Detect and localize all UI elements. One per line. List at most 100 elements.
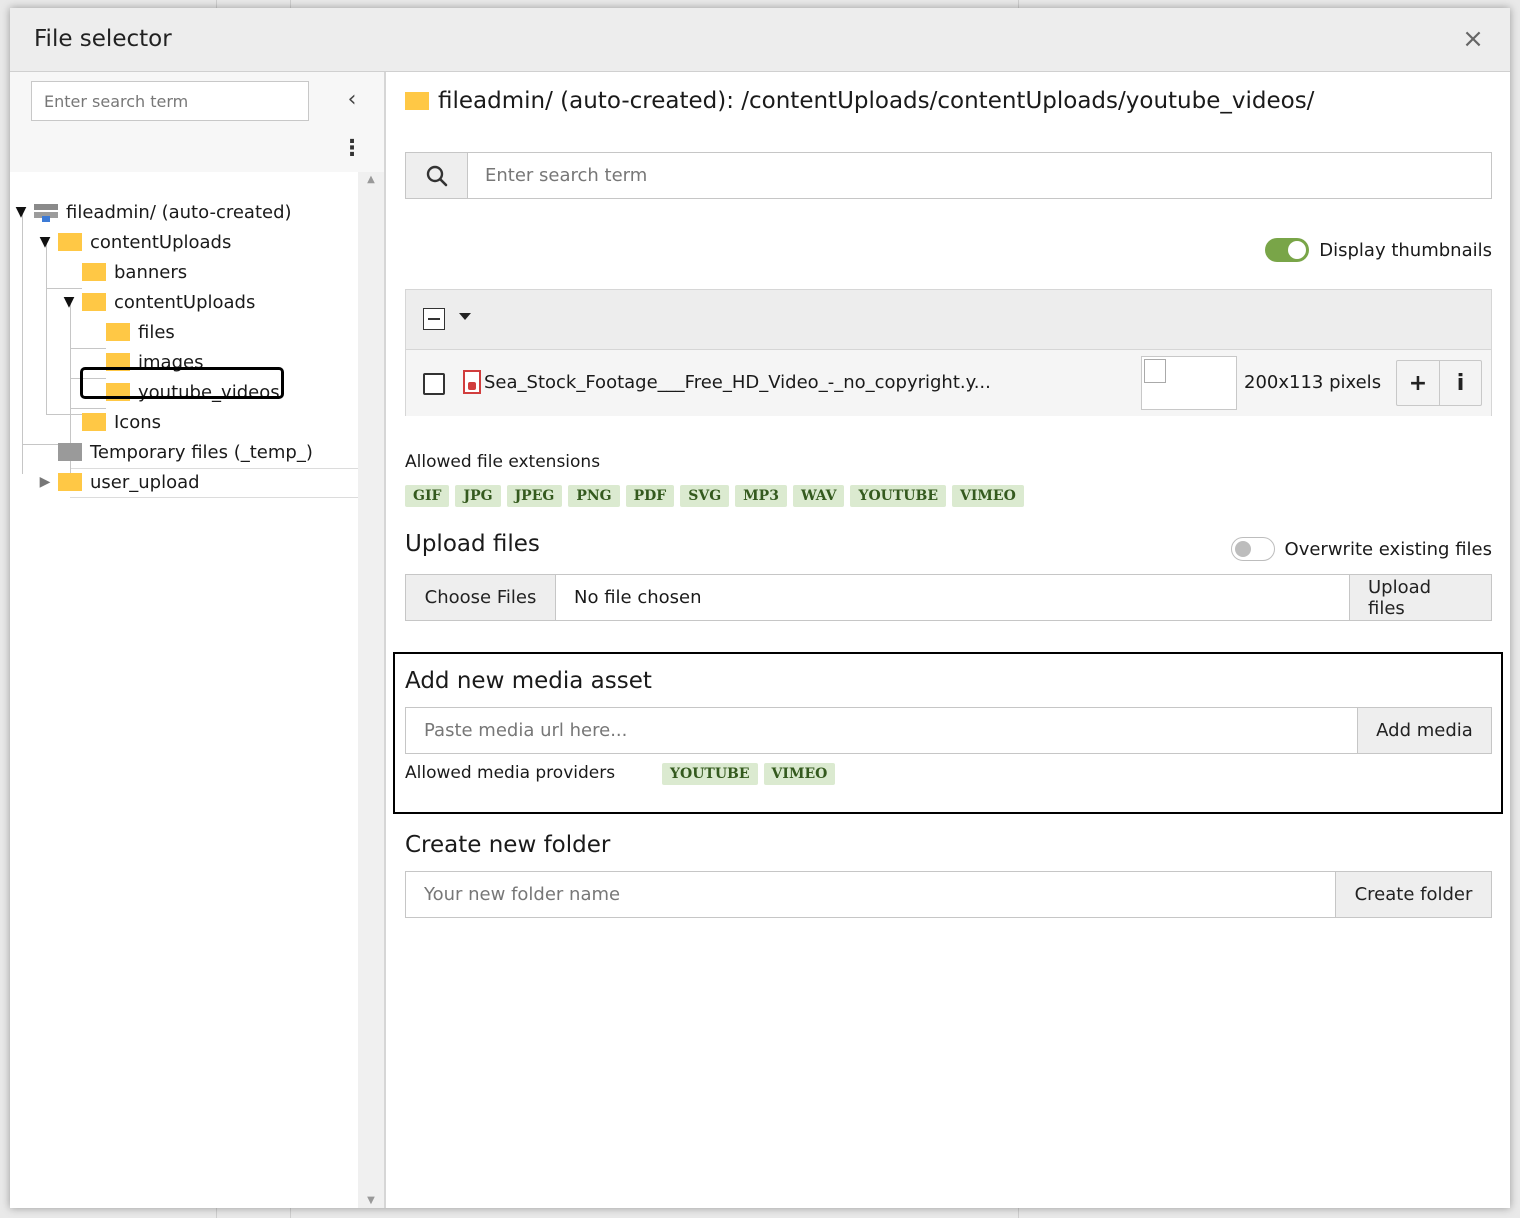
tree-node-label: Temporary files (_temp_) [90,441,313,463]
row-actions: + i [1396,360,1482,406]
extension-badges: GIF JPG JPEG PNG PDF SVG MP3 WAV YOUTUBE… [405,485,1024,507]
scroll-up-icon[interactable]: ▲ [358,174,384,185]
dialog-title: File selector [34,26,172,52]
folder-icon [82,263,106,281]
upload-files-button[interactable]: Upload files [1349,575,1491,620]
tree-guide [22,214,23,474]
extension-badge: PNG [568,485,620,507]
select-all-checkbox[interactable] [423,308,445,330]
file-browser-pane: fileadmin/ (auto-created): /contentUploa… [388,72,1510,1208]
folder-icon [82,293,106,311]
tree-menu-icon[interactable]: ⋮ [340,134,364,164]
display-thumbnails-toggle[interactable] [1265,238,1310,262]
extension-badge: YOUTUBE [850,485,947,507]
tree-node-user-upload[interactable]: ▶ user_upload [36,467,200,497]
extension-badge: MP3 [735,485,787,507]
current-path-label: fileadmin/ (auto-created): /contentUploa… [438,88,1315,114]
tree-scrollbar[interactable]: ▲ ▼ [358,172,384,1208]
file-search-input[interactable] [468,153,1491,198]
extension-badge: VIMEO [952,485,1024,507]
tree-node-contentuploads[interactable]: ▼ contentUploads [36,227,232,257]
add-media-title: Add new media asset [405,668,652,694]
extension-badge: JPG [455,485,501,507]
file-info-button[interactable]: i [1439,361,1481,405]
file-dimensions: 200x113 pixels [1244,372,1382,393]
tree-node-label: contentUploads [114,291,256,313]
tree-guide [22,444,58,445]
focus-ring [80,367,284,399]
tree-node-label: Icons [114,411,162,433]
tree-node-temp[interactable]: Temporary files (_temp_) [58,437,313,467]
table-row: Sea_Stock_Footage___Free_HD_Video_-_no_c… [406,350,1491,416]
tree-node-label: files [138,321,175,343]
media-provider-badges: YOUTUBE VIMEO [662,763,836,785]
extension-badge: WAV [792,485,845,507]
collapsed-caret-icon[interactable]: ▶ [36,474,54,490]
tree-node-root[interactable]: ▼ fileadmin/ (auto-created) [12,197,292,227]
extension-badge: SVG [680,485,730,507]
no-file-chosen-text: No file chosen [574,587,702,608]
tree-node-icons[interactable]: Icons [82,407,161,437]
tree-node-label: contentUploads [90,231,232,253]
folder-icon [58,443,82,461]
tree-node-files[interactable]: files [106,317,175,347]
folder-icon [82,413,106,431]
folder-icon [106,323,130,341]
tree-guide [46,244,47,414]
tree-search-input[interactable] [31,81,309,121]
file-search-group [405,152,1492,199]
add-media-button[interactable]: Add media [1357,708,1491,753]
file-selector-dialog: File selector × ‹ ⋮ ▼ fileadmin/ (auto-c… [10,8,1510,1208]
expanded-caret-icon[interactable]: ▼ [60,294,78,310]
overwrite-toggle[interactable] [1230,537,1275,561]
storage-icon [34,202,58,222]
overwrite-toggle-row: Overwrite existing files [1230,537,1492,561]
folder-tree: ▼ fileadmin/ (auto-created) ▼ contentUpl… [10,172,360,1208]
upload-section-title: Upload files [405,531,540,557]
folder-name-input[interactable] [406,872,1335,917]
folder-icon [405,92,429,110]
bulk-actions-caret-icon[interactable] [459,313,471,320]
choose-files-button[interactable]: Choose Files [406,575,556,620]
folder-icon [58,473,82,491]
upload-group: Choose Files No file chosen Upload files [405,574,1492,621]
tree-node-label: fileadmin/ (auto-created) [66,201,292,223]
scroll-down-icon[interactable]: ▼ [358,1195,384,1206]
extension-badge: GIF [405,485,450,507]
add-media-section: Add new media asset Add media Allowed me… [393,652,1503,814]
tree-guide [46,414,82,415]
collapse-tree-icon[interactable]: ‹ [340,86,364,114]
search-icon[interactable] [406,153,468,198]
add-file-button[interactable]: + [1397,361,1439,405]
folder-icon [58,233,82,251]
media-url-input[interactable] [406,708,1357,753]
allowed-extensions-label: Allowed file extensions [405,452,601,472]
tree-node-banners[interactable]: banners [82,257,187,287]
provider-badge: YOUTUBE [662,763,758,785]
create-folder-title: Create new folder [405,832,611,858]
display-thumbnails-toggle-row: Display thumbnails [1265,238,1492,262]
media-providers-label: Allowed media providers [405,763,616,783]
provider-badge: VIMEO [763,763,836,785]
tree-node-label: user_upload [90,471,200,493]
file-thumbnail [1141,356,1237,410]
current-path-title: fileadmin/ (auto-created): /contentUploa… [405,88,1314,114]
display-thumbnails-label: Display thumbnails [1319,239,1492,261]
overwrite-label: Overwrite existing files [1284,538,1492,560]
tree-guide [70,348,106,349]
file-list-table: Sea_Stock_Footage___Free_HD_Video_-_no_c… [405,289,1492,416]
expanded-caret-icon[interactable]: ▼ [12,204,30,220]
extension-badge: JPEG [506,485,563,507]
folder-tree-pane: ‹ ⋮ ▼ fileadmin/ (auto-created) ▼ conten… [10,72,386,1208]
tree-node-contentuploads-inner[interactable]: ▼ contentUploads [60,287,256,317]
file-name-link[interactable]: Sea_Stock_Footage___Free_HD_Video_-_no_c… [484,372,991,393]
file-list-header [406,290,1491,350]
expanded-caret-icon[interactable]: ▼ [36,234,54,250]
youtube-file-icon [463,370,481,394]
dialog-header: File selector × [10,8,1510,72]
create-folder-button[interactable]: Create folder [1335,872,1491,917]
row-checkbox[interactable] [423,373,445,395]
tree-node-label: banners [114,261,188,283]
close-icon[interactable]: × [1460,24,1486,54]
add-media-group: Add media [405,707,1492,754]
